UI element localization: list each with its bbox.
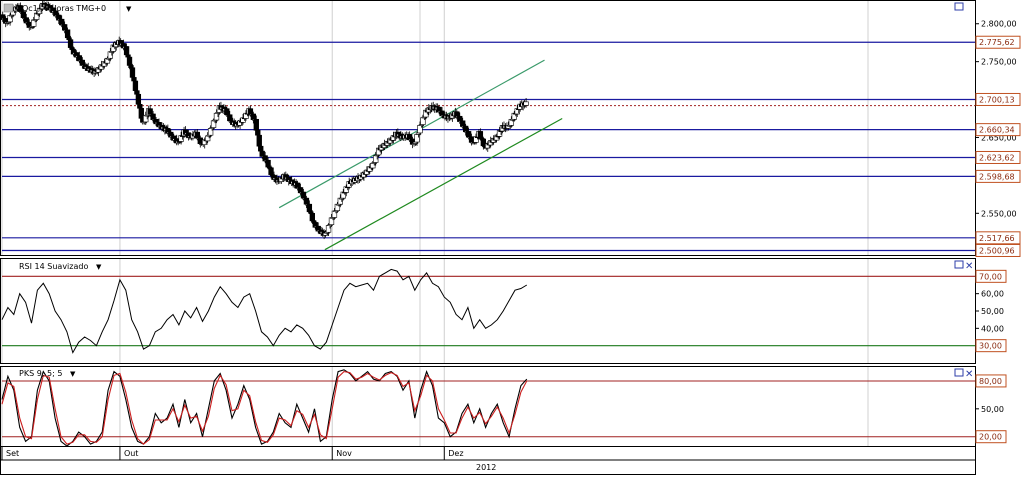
price-hline-label: 2.660,34 <box>979 126 1015 135</box>
price-title-icon <box>3 3 14 13</box>
chart-container: 2.800,00 2.750,00 2.650,00 2.550,00 2.775,6… <box>0 0 1024 475</box>
rsi-hline-label: 30,00 <box>979 342 1002 351</box>
x-tick-label: Set <box>6 449 19 458</box>
rsi-y-tick-label: 50,00 <box>981 307 1004 316</box>
pks-panel-frame <box>0 366 976 447</box>
rsi-close-icon[interactable]: ✕ <box>965 261 973 272</box>
price-hline-label: 2.500,96 <box>979 246 1015 255</box>
chart-svg: 2.800,002.750,002.650,002.550,00 2.775,6… <box>0 0 1021 475</box>
rsi-title-dropdown-icon[interactable]: ▼ <box>96 263 102 271</box>
x-year-label: 2012 <box>476 463 496 472</box>
price-y-tick-label: 2.550,00 <box>981 209 1017 218</box>
rsi-panel-title: RSI 14 Suavizado <box>19 262 88 271</box>
price-hline-label: 2.598,68 <box>979 172 1015 181</box>
rsi-y-tick-label: 60,00 <box>981 290 1004 299</box>
pks-y-tick-label: 50,00 <box>981 405 1004 414</box>
rsi-hline-label: 70,00 <box>979 272 1002 281</box>
price-candle-body <box>523 101 529 106</box>
x-tick-label: Dez <box>448 449 463 458</box>
pks-hline-label: 20,00 <box>979 433 1002 442</box>
rsi-y-tick-label: 40,00 <box>981 324 1004 333</box>
price-hline-label: 2.700,13 <box>979 95 1015 104</box>
pks-panel-title: PKS 9; 5; 5 <box>19 369 62 378</box>
price-y-tick-label: 2.800,00 <box>981 20 1017 29</box>
pks-hline-label: 80,00 <box>979 377 1002 386</box>
x-tick-label: Nov <box>336 449 352 458</box>
price-panel-frame <box>0 0 976 256</box>
price-hline-label: 2.775,62 <box>979 38 1015 47</box>
pks-title-dropdown-icon[interactable]: ▼ <box>70 370 76 378</box>
price-hline-label: 2.517,66 <box>979 234 1015 243</box>
pks-close-icon[interactable]: ✕ <box>965 369 973 380</box>
price-title-dropdown-icon[interactable]: ▼ <box>126 5 132 13</box>
price-hline-label: 2.623,62 <box>979 153 1015 162</box>
x-tick-label: Out <box>124 449 139 458</box>
price-y-tick-label: 2.750,00 <box>981 58 1017 67</box>
price-panel-title: NQc1, 4 Horas TMG+0 <box>16 4 106 13</box>
